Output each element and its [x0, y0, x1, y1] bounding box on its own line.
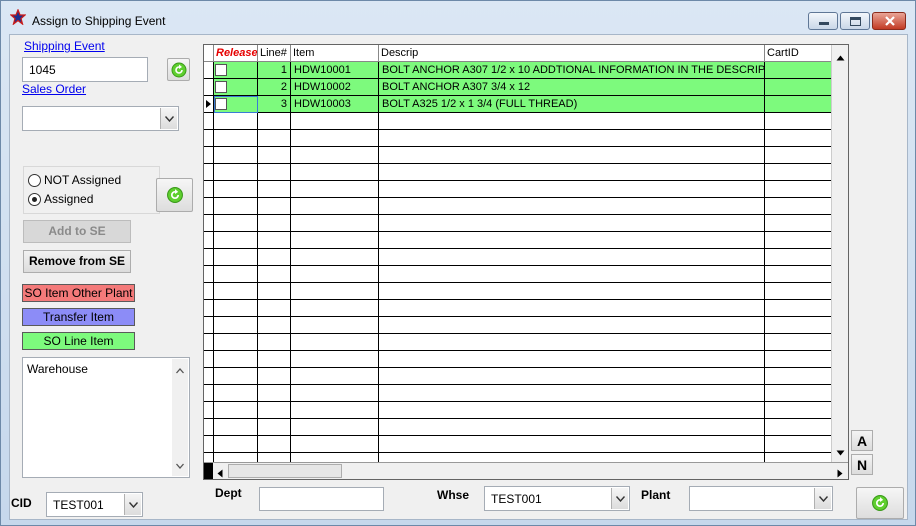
release-checkbox[interactable]	[215, 81, 227, 93]
empty-grid-rows	[204, 113, 833, 463]
table-row[interactable]: 3 HDW10003 BOLT A325 1/2 x 1 3/4 (FULL T…	[204, 96, 833, 113]
scroll-up-icon	[176, 363, 184, 377]
line-cell: 3	[258, 96, 291, 113]
line-items-grid[interactable]: Release Line# Item Descrip CartID 1 HDW1…	[203, 44, 849, 480]
column-header-line[interactable]: Line#	[258, 45, 291, 62]
client-area: Shipping Event 1045 Sales Order NOT Assi…	[9, 34, 908, 520]
chevron-down-icon	[814, 488, 831, 509]
release-checkbox[interactable]	[215, 64, 227, 76]
grid-horizontal-scrollbar[interactable]	[204, 462, 848, 479]
descrip-cell: BOLT ANCHOR A307 3/4 x 12	[379, 79, 765, 96]
column-header-item[interactable]: Item	[291, 45, 379, 62]
refresh-icon	[166, 187, 183, 203]
remove-from-se-button[interactable]: Remove from SE	[23, 250, 131, 273]
release-cell[interactable]	[214, 96, 258, 113]
radio-assigned-label: Assigned	[44, 192, 94, 206]
row-header-corner	[204, 45, 214, 62]
refresh-icon	[171, 62, 186, 77]
table-row[interactable]: 1 HDW10001 BOLT ANCHOR A307 1/2 x 10 ADD…	[204, 62, 833, 79]
item-cell: HDW10003	[291, 96, 379, 113]
scroll-down-icon	[176, 458, 184, 472]
line-cell: 2	[258, 79, 291, 96]
current-row-indicator	[204, 96, 214, 113]
grid-vertical-scrollbar[interactable]	[831, 45, 848, 463]
chevron-down-icon	[611, 488, 628, 509]
app-window: Assign to Shipping Event Shipping Event …	[0, 0, 916, 526]
sales-order-select[interactable]	[22, 106, 179, 131]
scroll-right-icon	[837, 467, 843, 481]
item-cell: HDW10002	[291, 79, 379, 96]
release-checkbox[interactable]	[215, 98, 227, 110]
table-row[interactable]: 2 HDW10002 BOLT ANCHOR A307 3/4 x 12	[204, 79, 833, 96]
maximize-icon	[850, 17, 861, 26]
dept-label: Dept	[215, 486, 242, 500]
column-header-cartid[interactable]: CartID	[765, 45, 834, 62]
release-cell[interactable]	[214, 62, 258, 79]
shipping-event-input[interactable]: 1045	[22, 57, 148, 82]
refresh-shipping-event-button[interactable]	[167, 58, 190, 81]
chevron-down-icon	[160, 108, 177, 129]
warehouse-listbox[interactable]: Warehouse	[22, 357, 190, 478]
scroll-up-icon	[836, 50, 845, 64]
select-none-button[interactable]: N	[851, 454, 873, 475]
legend-so-line-item: SO Line Item	[22, 332, 135, 350]
refresh-assignment-button[interactable]	[156, 178, 193, 212]
warehouse-list-item[interactable]: Warehouse	[27, 362, 88, 376]
grid-header: Release Line# Item Descrip CartID	[204, 45, 834, 62]
cid-value: TEST001	[53, 498, 104, 512]
cartid-cell	[765, 62, 833, 79]
title-bar: Assign to Shipping Event	[1, 1, 915, 35]
legend-so-item-other-plant: SO Item Other Plant	[22, 284, 135, 302]
shipping-event-value: 1045	[29, 63, 56, 77]
column-header-descrip[interactable]: Descrip	[379, 45, 765, 62]
plant-label: Plant	[641, 488, 671, 502]
window-title: Assign to Shipping Event	[32, 14, 166, 28]
close-button[interactable]	[872, 12, 906, 30]
warehouse-scrollbar[interactable]	[172, 359, 188, 476]
radio-button-icon	[28, 174, 41, 187]
app-star-icon	[9, 8, 27, 26]
close-icon	[884, 14, 896, 31]
column-header-release[interactable]: Release	[214, 45, 258, 62]
select-all-button[interactable]: A	[851, 430, 873, 451]
whse-select[interactable]: TEST001	[484, 486, 630, 511]
descrip-cell: BOLT A325 1/2 x 1 3/4 (FULL THREAD)	[379, 96, 765, 113]
radio-not-assigned-label: NOT Assigned	[44, 173, 122, 187]
cid-label: CID	[11, 496, 32, 510]
cartid-cell	[765, 96, 833, 113]
chevron-down-icon	[124, 494, 141, 515]
minimize-icon	[819, 22, 829, 25]
descrip-cell: BOLT ANCHOR A307 1/2 x 10 ADDTIONAL INFO…	[379, 62, 765, 79]
whse-value: TEST001	[491, 492, 542, 506]
row-pointer-icon	[206, 100, 211, 108]
assignment-filter-group: NOT Assigned Assigned	[23, 166, 160, 214]
line-cell: 1	[258, 62, 291, 79]
whse-label: Whse	[437, 488, 470, 502]
cartid-cell	[765, 79, 833, 96]
scroll-left-icon	[217, 467, 223, 481]
cid-select[interactable]: TEST001	[46, 492, 143, 517]
scrollbar-thumb[interactable]	[228, 464, 342, 478]
scroll-down-icon	[836, 445, 845, 459]
minimize-button[interactable]	[808, 12, 838, 30]
refresh-footer-button[interactable]	[856, 487, 904, 519]
plant-select[interactable]	[689, 486, 833, 511]
dept-input[interactable]	[259, 487, 384, 511]
radio-button-selected-icon	[28, 193, 41, 206]
sales-order-link[interactable]: Sales Order	[22, 82, 86, 96]
add-to-se-button[interactable]: Add to SE	[23, 220, 131, 243]
item-cell: HDW10001	[291, 62, 379, 79]
shipping-event-link[interactable]: Shipping Event	[24, 39, 105, 53]
legend-transfer-item: Transfer Item	[22, 308, 135, 326]
refresh-icon	[872, 495, 888, 511]
maximize-button[interactable]	[840, 12, 870, 30]
release-cell[interactable]	[214, 79, 258, 96]
